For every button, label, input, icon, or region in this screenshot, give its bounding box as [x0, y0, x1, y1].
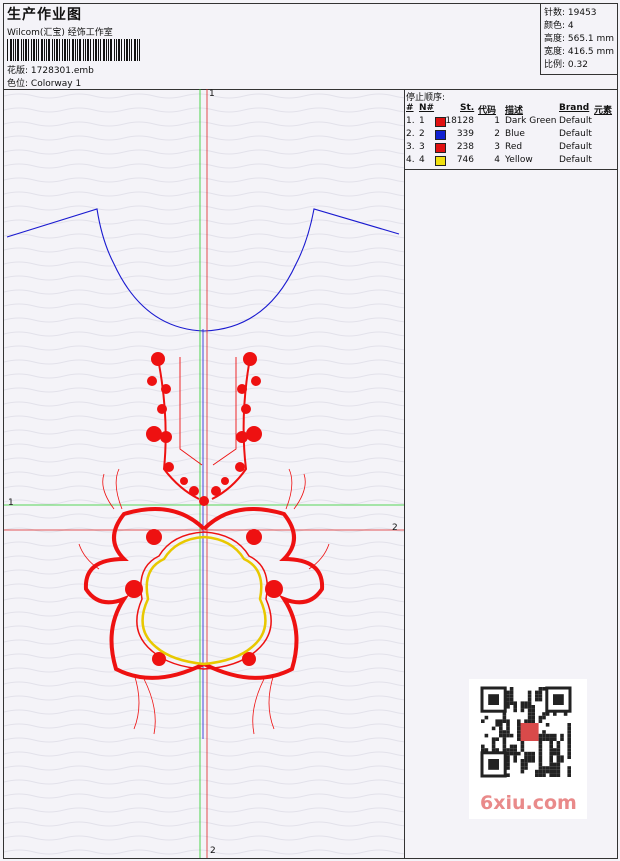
color-swatch	[435, 156, 446, 166]
stitch-count: 238	[456, 142, 474, 152]
col-header-st: St.	[460, 103, 475, 113]
page-title: 生产作业图	[7, 7, 82, 23]
thread-brand: Default	[559, 129, 592, 139]
header: 生产作业图 Wilcom(汇宝) 经饰工作室 花版: 1728301.emb 色…	[4, 4, 618, 90]
design-width: 宽度: 416.5 mm	[544, 47, 615, 57]
production-worksheet: 生产作业图 Wilcom(汇宝) 经饰工作室 花版: 1728301.emb 色…	[3, 3, 618, 859]
col-header-element: 元素	[594, 106, 613, 116]
thread-code: 4	[494, 155, 500, 165]
barcode	[7, 39, 140, 61]
axis-green-label: 1	[8, 498, 14, 508]
stitch-count: 746	[456, 155, 474, 165]
design-canvas[interactable]: 1 1 2 2	[4, 89, 405, 858]
colorway-label: 色位:	[7, 79, 29, 89]
axis-red-right-label: 2	[392, 523, 398, 533]
stitch-count: 339	[456, 129, 474, 139]
thread-code: 1	[494, 116, 500, 126]
row-number: 4.	[406, 155, 415, 165]
thread-description: Red	[505, 142, 523, 152]
legend-row: 2. 2 339 2 Blue Default	[405, 129, 617, 141]
legend-title: 停止顺序:	[406, 93, 446, 103]
thread-code: 2	[494, 129, 500, 139]
color-count: 颜色: 4	[544, 21, 574, 31]
pattern-label: 花版:	[7, 66, 29, 76]
thread-code: 3	[494, 142, 500, 152]
color-swatch	[435, 143, 446, 153]
row-number: 2.	[406, 129, 415, 139]
design-height: 高度: 565.1 mm	[544, 34, 615, 44]
legend-row: 3. 3 238 3 Red Default	[405, 142, 617, 154]
needle-number: 3	[419, 142, 425, 152]
col-header-num: #	[406, 103, 414, 113]
stop-sequence-legend: 停止顺序: # N# St. 代码 描述 Brand 元素 1. 1 18128 1 D…	[405, 89, 617, 170]
stitch-count: 18128	[445, 116, 474, 126]
legend-row: 1. 1 18128 1 Dark Green Default	[405, 116, 617, 128]
thread-description: Blue	[505, 129, 525, 139]
col-header-brand: Brand	[559, 103, 590, 113]
col-header-n: N#	[419, 103, 435, 113]
embroidery-drawing	[4, 89, 404, 858]
stitch-count: 针数: 19453	[544, 8, 597, 18]
color-swatch	[435, 130, 446, 140]
row-number: 3.	[406, 142, 415, 152]
col-header-desc: 描述	[505, 106, 524, 116]
axis-red-bottom-label: 2	[210, 846, 216, 856]
thread-brand: Default	[559, 155, 592, 165]
colorway-value: Colorway 1	[30, 79, 82, 89]
needle-number: 4	[419, 155, 425, 165]
needle-number: 2	[419, 129, 425, 139]
needle-number: 1	[419, 116, 425, 126]
thread-brand: Default	[559, 116, 592, 126]
watermark-logo: 6xiu.com	[480, 792, 577, 814]
thread-brand: Default	[559, 142, 592, 152]
scale-ratio: 比例: 0.32	[544, 60, 588, 70]
axis-top-label: 1	[209, 89, 215, 99]
company-name: Wilcom(汇宝) 经饰工作室	[7, 28, 113, 38]
pattern-info: 花版: 1728301.emb	[7, 63, 94, 76]
pattern-value: 1728301.emb	[30, 66, 94, 76]
col-header-code: 代码	[478, 106, 497, 116]
stats-panel: 针数: 19453 颜色: 4 高度: 565.1 mm 宽度: 416.5 m…	[540, 4, 618, 75]
color-swatch	[435, 117, 446, 127]
qr-pattern	[480, 686, 572, 778]
legend-row: 4. 4 746 4 Yellow Default	[405, 155, 617, 167]
colorway-info: 色位: Colorway 1	[7, 76, 81, 89]
row-number: 1.	[406, 116, 415, 126]
thread-description: Dark Green	[505, 116, 557, 126]
thread-description: Yellow	[505, 155, 533, 165]
